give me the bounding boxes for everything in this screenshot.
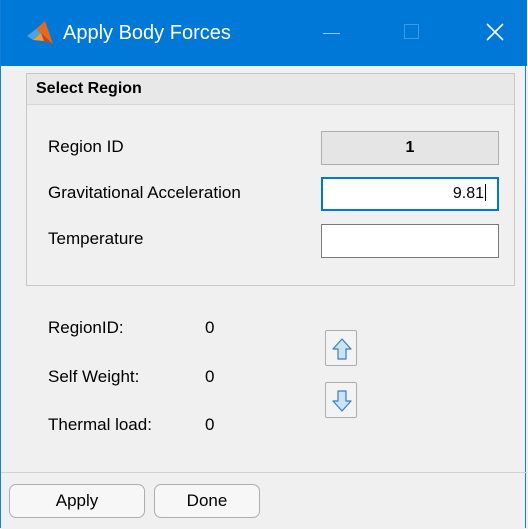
close-icon [486,23,504,41]
panel-title: Select Region [36,80,142,97]
move-up-button[interactable] [325,330,357,366]
region-id-field: 1 [321,131,499,165]
arrow-down-icon [332,390,352,412]
minimize-button[interactable] [301,0,363,66]
done-button[interactable]: Done [154,484,260,518]
matlab-logo-icon [27,21,53,44]
window-title: Apply Body Forces [63,22,231,44]
self-weight-label: Self Weight: [48,367,140,386]
arrow-up-icon [332,338,352,360]
grav-accel-label: Gravitational Acceleration [48,183,241,202]
text-caret [485,184,486,201]
apply-button[interactable]: Apply [9,484,145,518]
minimize-icon [323,33,340,34]
title-bar[interactable]: Apply Body Forces [1,0,527,66]
temperature-input[interactable] [321,224,499,258]
close-button[interactable] [465,0,527,66]
region-id-label: Region ID [48,137,124,156]
self-weight-value: 0 [205,367,215,386]
maximize-button[interactable] [381,0,443,66]
temperature-label: Temperature [48,229,144,248]
grav-accel-value: 9.81 [452,185,484,202]
region-id-summary-value: 0 [205,318,215,337]
panel-header: Select Region [27,74,514,105]
region-id-summary-label: RegionID: [48,318,124,337]
move-down-button[interactable] [325,382,357,418]
thermal-load-value: 0 [205,415,215,434]
grav-accel-input[interactable]: 9.81 [321,177,499,211]
button-bar: Apply Done [1,472,527,529]
maximize-icon [404,24,419,39]
thermal-load-label: Thermal load: [48,415,152,434]
apply-body-forces-window: Apply Body Forces Select Region Region I… [0,0,527,529]
